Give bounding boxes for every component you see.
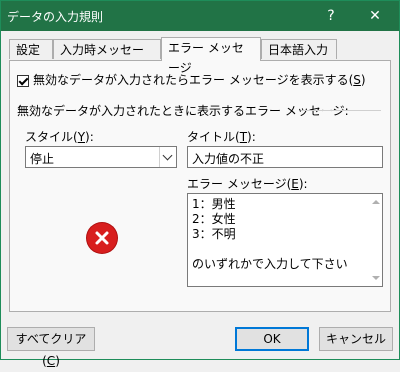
show-error-mnemonic: S: [353, 73, 361, 87]
error-message-textarea[interactable]: 1：男性 2：女性 3：不明 のいずれかで入力して下さい: [187, 193, 383, 287]
clear-all-suffix: ): [55, 354, 60, 368]
error-x-glyph: [95, 231, 109, 245]
error-message-text: 1：男性 2：女性 3：不明 のいずれかで入力して下さい: [192, 197, 348, 271]
error-message-label-suffix: ):: [298, 177, 308, 191]
section-divider: [301, 110, 381, 111]
data-validation-dialog: データの入力規則 ? ✕ 設定 入力時メッセージ エラー メッセージ 日本語入力…: [0, 0, 400, 368]
title-label-suffix: ):: [247, 130, 256, 144]
textarea-scrollbar[interactable]: [368, 194, 382, 286]
show-error-label: 無効なデータが入力されたらエラー メッセージを表示する(: [33, 73, 354, 87]
error-stop-icon: [87, 223, 117, 253]
title-label-text: タイトル(: [187, 130, 240, 144]
style-label: スタイル(Y):: [25, 128, 94, 145]
ok-button[interactable]: OK: [235, 327, 309, 351]
tab-error-message[interactable]: エラー メッセージ: [161, 37, 261, 75]
title-label: タイトル(T):: [187, 128, 256, 145]
style-label-suffix: ):: [85, 130, 94, 144]
close-button[interactable]: ✕: [363, 7, 387, 25]
show-error-suffix: ): [360, 73, 366, 87]
title-label-mnemonic: T: [239, 130, 248, 144]
error-message-label: エラー メッセージ(E):: [187, 175, 308, 192]
style-label-text: スタイル(: [25, 130, 78, 144]
clear-all-button[interactable]: すべてクリア(C): [7, 327, 95, 368]
tab-japanese-input[interactable]: 日本語入力: [261, 39, 337, 59]
tab-settings[interactable]: 設定: [9, 39, 53, 59]
style-select-value: 停止: [30, 152, 55, 166]
title-bar: データの入力規則 ? ✕: [1, 1, 399, 31]
style-select[interactable]: 停止: [25, 146, 177, 168]
clear-all-mnemonic: C: [46, 354, 56, 368]
scroll-up-icon[interactable]: [372, 200, 380, 204]
title-input[interactable]: 入力値の不正: [187, 146, 383, 168]
window-title: データの入力規則: [7, 10, 104, 24]
error-message-label-text: エラー メッセージ(: [187, 177, 292, 191]
tab-input-message[interactable]: 入力時メッセージ: [53, 39, 161, 77]
help-button[interactable]: ?: [321, 7, 341, 25]
section-label: 無効なデータが入力されたときに表示するエラー メッセージ:: [17, 104, 349, 118]
style-label-mnemonic: Y: [77, 130, 86, 144]
chevron-down-icon: [162, 150, 173, 161]
show-error-checkbox[interactable]: [17, 74, 29, 87]
style-dropdown-button[interactable]: [159, 147, 176, 167]
error-message-label-mnemonic: E: [291, 177, 299, 191]
scroll-down-icon[interactable]: [372, 276, 380, 280]
cancel-button[interactable]: キャンセル: [319, 327, 393, 351]
